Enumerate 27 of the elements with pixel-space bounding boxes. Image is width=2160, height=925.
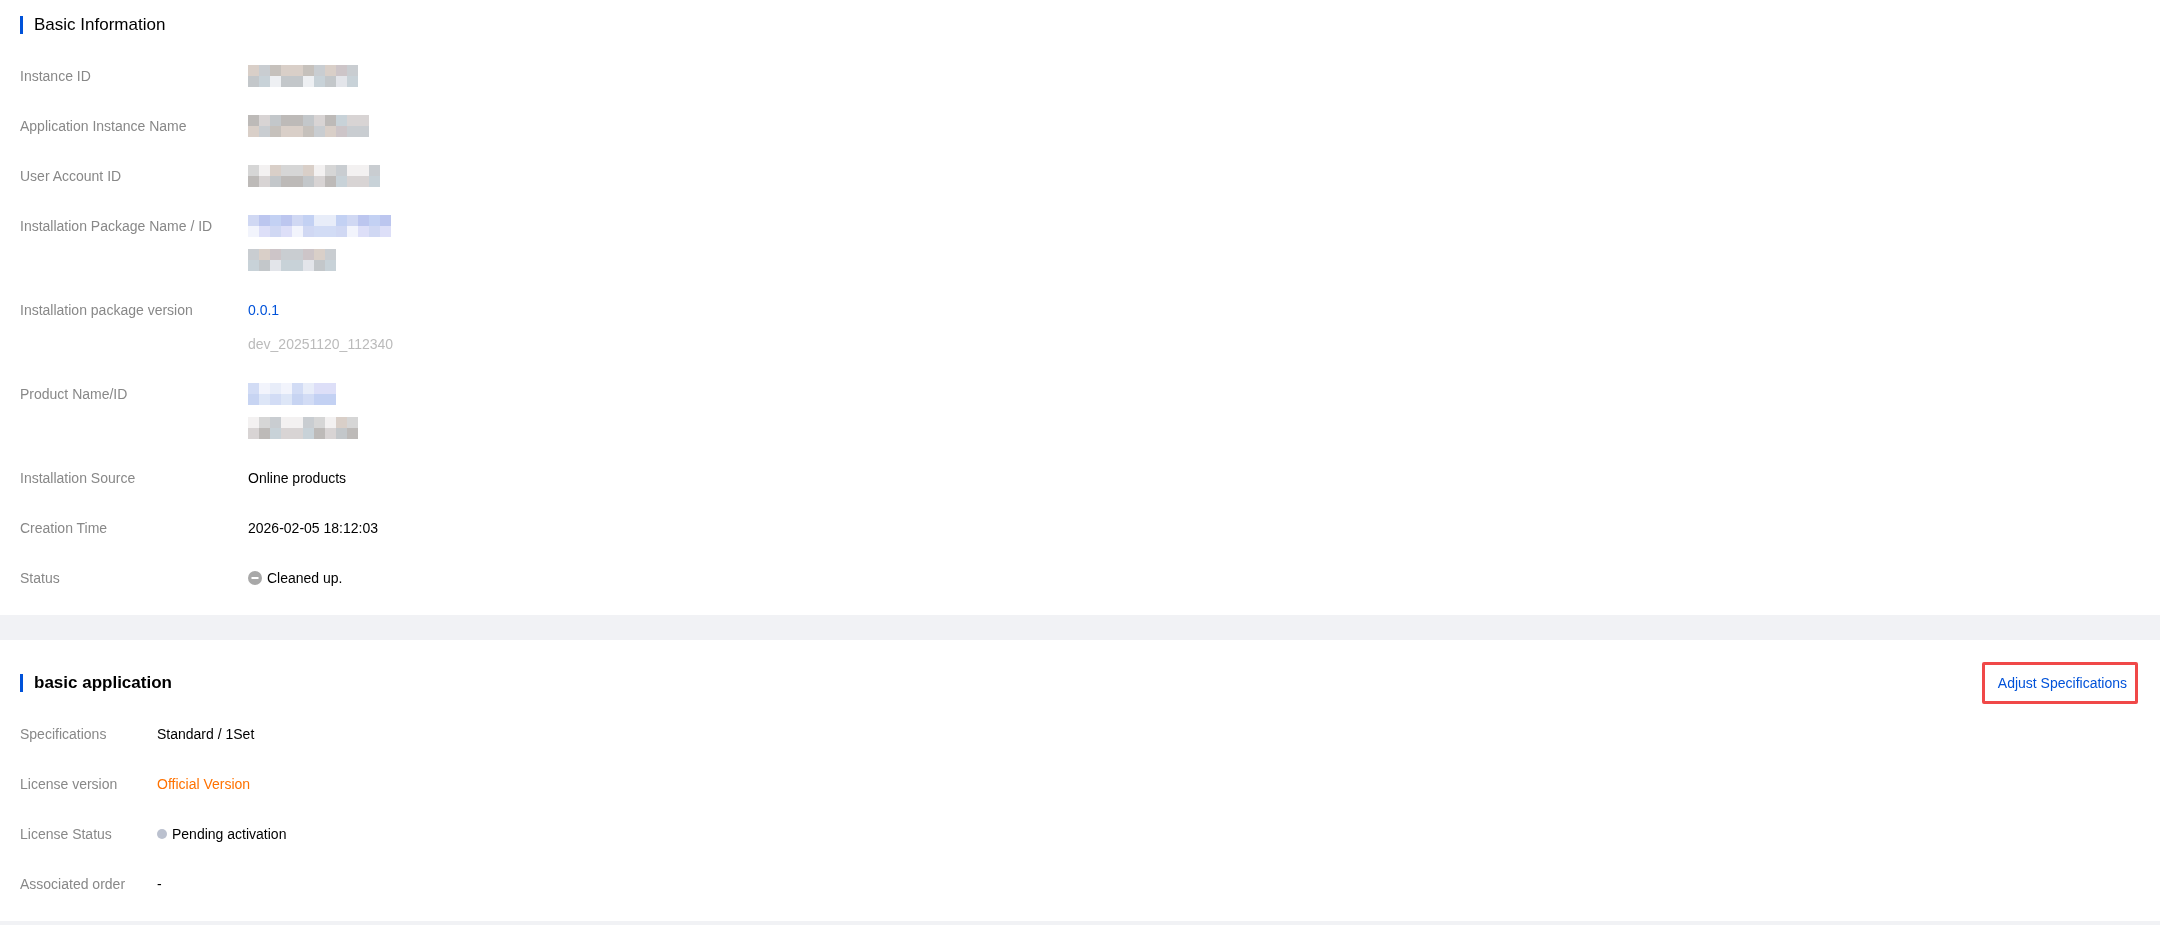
status-text: Pending activation <box>172 825 287 844</box>
field-value: Online products <box>248 469 347 488</box>
field-label: Application Instance Name <box>20 117 188 136</box>
version-link[interactable]: 0.0.1 <box>248 293 280 327</box>
field-value: - <box>157 875 162 894</box>
field-label: Product Name/ID <box>20 385 129 404</box>
field-label: Instance ID <box>20 67 92 86</box>
field-value: dev_20251120_112340 <box>248 335 394 354</box>
field-label: Installation package version <box>20 301 194 320</box>
field-value: Standard / 1Set <box>157 725 255 744</box>
field-value: 2026-02-05 18:12:03 <box>248 519 378 538</box>
field-label: License Status <box>20 825 113 844</box>
status-text: Cleaned up. <box>267 569 343 588</box>
field-label: Status <box>20 569 61 588</box>
adjust-button[interactable]: Adjust Specifications <box>1981 662 2138 704</box>
field-label: Installation Source <box>20 469 137 488</box>
field-label: Specifications <box>20 725 108 744</box>
field-value: Official Version <box>157 775 251 794</box>
section-title: basic application <box>20 674 172 692</box>
status-dot <box>157 829 167 839</box>
minus-circle-icon <box>248 571 262 585</box>
field-label: Installation Package Name / ID <box>20 217 214 236</box>
field-label: Associated order <box>20 875 127 894</box>
field-label: User Account ID <box>20 167 123 186</box>
field-label: Creation Time <box>20 519 109 538</box>
field-label: License version <box>20 775 119 794</box>
section-title: Basic Information <box>20 16 166 34</box>
